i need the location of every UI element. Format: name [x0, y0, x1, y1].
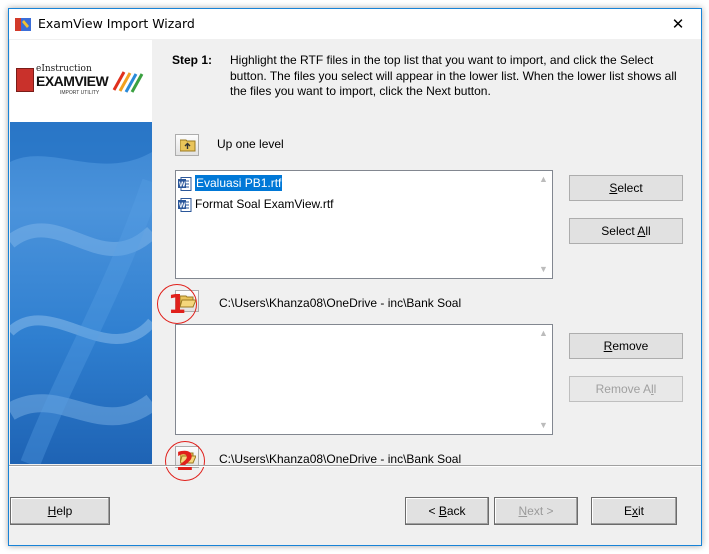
list-item[interactable]: W Evaluasi PB1.rtf: [178, 174, 283, 192]
logo-brand-main: EXAMVIEW: [36, 73, 109, 89]
scroll-down-icon[interactable]: ▼: [535, 417, 552, 434]
source-folder-path: C:\Users\Khanza08\OneDrive - inc\Bank So…: [219, 296, 462, 310]
step-instructions: Highlight the RTF files in the top list …: [230, 53, 677, 98]
logo-book-icon: [16, 68, 34, 92]
source-file-list[interactable]: W Evaluasi PB1.rtf W Format Soal ExamVie…: [175, 170, 553, 279]
file-name: Format Soal ExamView.rtf: [195, 197, 334, 211]
examview-app-icon: [15, 18, 31, 31]
file-name: Evaluasi PB1.rtf: [195, 175, 283, 191]
wizard-footer: Help < Back Next > Exit: [9, 465, 701, 546]
up-one-level-label: Up one level: [217, 137, 284, 151]
close-icon: ✕: [671, 15, 685, 33]
up-one-level-button[interactable]: [175, 134, 199, 156]
close-button[interactable]: ✕: [655, 9, 701, 39]
logo-area: eInstruction EXAMVIEW IMPORT UTILITY: [10, 40, 152, 122]
remove-button[interactable]: Remove: [569, 333, 683, 359]
remove-all-button[interactable]: Remove All: [569, 376, 683, 402]
target-folder-path: C:\Users\Khanza08\OneDrive - inc\Bank So…: [219, 452, 462, 466]
svg-text:W: W: [179, 202, 186, 209]
logo-brand-sub: IMPORT UTILITY: [60, 90, 100, 96]
word-doc-icon: W: [178, 176, 192, 191]
exit-button[interactable]: Exit: [591, 497, 677, 525]
select-all-button[interactable]: Select All: [569, 218, 683, 244]
word-doc-icon: W: [178, 197, 192, 212]
logo-swoosh-icon: [112, 71, 144, 93]
back-button[interactable]: < Back: [405, 497, 489, 525]
annotation-marker-1: 1: [157, 284, 197, 324]
import-wizard-window: ExamView Import Wizard ✕ eInstruction EX…: [8, 8, 702, 546]
scroll-down-icon[interactable]: ▼: [535, 261, 552, 278]
select-button[interactable]: Select: [569, 175, 683, 201]
window-title: ExamView Import Wizard: [38, 16, 195, 31]
next-button[interactable]: Next >: [494, 497, 578, 525]
svg-text:W: W: [179, 181, 186, 188]
scroll-up-icon[interactable]: ▲: [535, 325, 552, 342]
help-button[interactable]: Help: [10, 497, 110, 525]
source-list-scrollbar[interactable]: ▲ ▼: [535, 171, 552, 278]
scroll-up-icon[interactable]: ▲: [535, 171, 552, 188]
left-banner: eInstruction EXAMVIEW IMPORT UTILITY: [10, 40, 152, 464]
folder-up-icon: [180, 139, 196, 152]
list-item[interactable]: W Format Soal ExamView.rtf: [178, 195, 334, 213]
step-label: Step 1:: [172, 53, 213, 67]
banner-wave-decoration: [10, 122, 152, 464]
selected-file-list[interactable]: ▲ ▼: [175, 324, 553, 435]
title-bar: ExamView Import Wizard ✕: [9, 9, 701, 39]
selected-list-scrollbar[interactable]: ▲ ▼: [535, 325, 552, 434]
examview-logo: eInstruction EXAMVIEW IMPORT UTILITY: [16, 64, 146, 104]
